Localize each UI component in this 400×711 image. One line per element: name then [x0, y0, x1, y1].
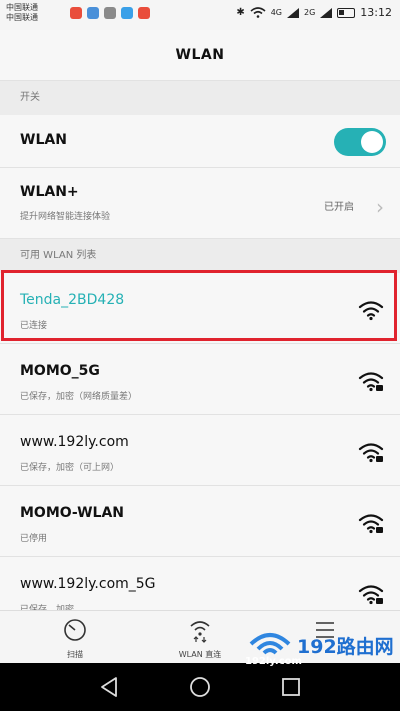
- wlan-plus-description: 提升网络智能连接体验: [20, 212, 111, 222]
- watermark-url: 192ly.com: [245, 656, 302, 667]
- bluetooth-icon: ✱: [236, 7, 245, 18]
- wifi-locked-icon: [358, 585, 384, 605]
- watermark-brand: 192路由网: [297, 636, 394, 658]
- wlan-label: WLAN: [20, 132, 67, 148]
- scan-button[interactable]: 扫描: [15, 611, 135, 664]
- network-type-label: 4G: [270, 8, 282, 17]
- network-status: 已停用: [20, 534, 48, 544]
- connected-network-highlight: [1, 270, 397, 341]
- wlan-toggle-row[interactable]: WLAN: [0, 115, 400, 168]
- carrier-label: 中国联通: [6, 13, 38, 22]
- scan-label: 扫描: [67, 650, 83, 659]
- weibo-icon: [138, 7, 150, 19]
- back-icon[interactable]: [98, 675, 122, 699]
- toggle-knob: [361, 131, 383, 153]
- wlan-plus-status: 已开启: [324, 202, 354, 213]
- network-ssid: MOMO_5G: [20, 363, 100, 379]
- network-ssid: www.192ly.com_5G: [20, 576, 156, 592]
- weibo-icon: [70, 7, 82, 19]
- system-navigation-bar: [0, 663, 400, 711]
- page-title: WLAN: [0, 30, 400, 81]
- gallery-icon: [104, 7, 116, 19]
- network-ssid: www.192ly.com: [20, 434, 129, 450]
- signal-icon: [287, 7, 299, 18]
- scan-icon: [64, 619, 86, 641]
- section-header-switch: 开关: [0, 81, 400, 115]
- wifi-locked-icon: [358, 443, 384, 463]
- signal-icon: [320, 7, 333, 18]
- battery-icon: [337, 7, 356, 18]
- carrier-label: 中国联通: [6, 3, 38, 12]
- wifi-direct-label: WLAN 直连: [178, 650, 222, 659]
- wlan-toggle-switch[interactable]: [334, 128, 386, 156]
- wlan-plus-label: WLAN+: [20, 184, 79, 200]
- recents-icon[interactable]: [280, 676, 302, 698]
- wlan-plus-row[interactable]: WLAN+ 提升网络智能连接体验 已开启 ›: [0, 168, 400, 239]
- network-type-label: 2G: [304, 8, 316, 17]
- watermark: 192路由网 192ly.com: [245, 628, 395, 668]
- status-indicators: ✱ 4G 2G 13:12: [236, 6, 392, 19]
- app-icon: [87, 7, 99, 19]
- wifi-locked-icon: [358, 514, 384, 534]
- clock: 13:12: [360, 6, 392, 19]
- wifi-locked-icon: [358, 372, 384, 392]
- network-status: 已保存，加密（网络质量差）: [20, 392, 138, 402]
- wifi-direct-button[interactable]: WLAN 直连: [140, 611, 260, 664]
- network-item[interactable]: MOMO_5G 已保存，加密（网络质量差）: [0, 344, 400, 415]
- chevron-right-icon: ›: [376, 195, 384, 219]
- network-item[interactable]: www.192ly.com 已保存，加密（可上网）: [0, 415, 400, 486]
- network-item[interactable]: MOMO-WLAN 已停用: [0, 486, 400, 557]
- video-icon: [121, 7, 133, 19]
- carrier-info: 中国联通 中国联通: [6, 3, 38, 23]
- network-ssid: MOMO-WLAN: [20, 505, 125, 521]
- notification-icons: [70, 7, 150, 19]
- wifi-status-icon: [250, 7, 266, 18]
- home-icon[interactable]: [188, 675, 212, 699]
- section-header-available: 可用 WLAN 列表: [0, 239, 400, 273]
- wifi-direct-icon: [190, 621, 210, 643]
- status-bar: 中国联通 中国联通 ✱ 4G 2G 13:12: [0, 0, 400, 30]
- network-status: 已保存，加密（可上网）: [20, 463, 120, 473]
